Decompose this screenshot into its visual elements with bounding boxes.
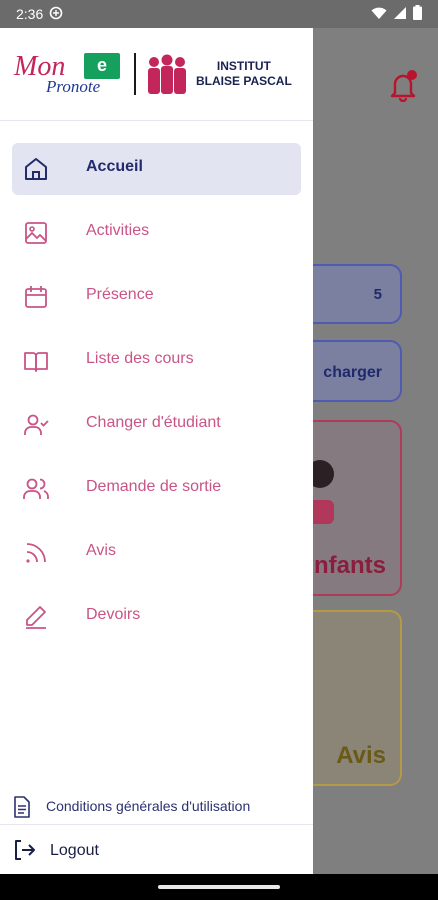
logo-divider (134, 53, 136, 95)
menu-item-accueil[interactable]: Accueil (0, 135, 313, 199)
app-logo: Mon e Pronote INSTITUT BLAISE PASCAL (12, 44, 292, 104)
summary-value: 5 (373, 286, 382, 303)
logo-pronote-text: Pronote (46, 77, 101, 96)
menu-item-label: Activities (86, 222, 150, 239)
menu-item-change-student[interactable]: Changer d'étudiant (0, 391, 313, 455)
drawer-menu: Accueil Activities Présence Liste des co… (0, 121, 313, 647)
active-indicator (12, 143, 301, 195)
menu-item-activities[interactable]: Activities (0, 199, 313, 263)
document-icon (14, 796, 30, 818)
menu-item-label: Demande de sortie (86, 478, 222, 495)
school-name-line2: BLAISE PASCAL (196, 74, 292, 88)
school-name-line1: INSTITUT (216, 59, 271, 73)
battery-icon (413, 5, 422, 23)
logout-label: Logout (50, 842, 99, 859)
menu-item-homework[interactable]: Devoirs (0, 583, 313, 647)
image-icon (25, 222, 47, 244)
footer-divider (0, 824, 313, 825)
menu-item-label: Liste des cours (86, 350, 194, 367)
home-icon (25, 158, 47, 180)
signal-icon (393, 6, 407, 23)
mon-pronote-logo: Mon e Pronote (12, 49, 124, 99)
menu-item-label: Avis (86, 542, 116, 559)
status-time: 2:36 (16, 6, 44, 22)
pen-icon (26, 606, 46, 629)
logout-button[interactable]: Logout (0, 828, 313, 874)
school-crowd-icon (148, 54, 186, 94)
school-name: INSTITUT BLAISE PASCAL (196, 59, 292, 89)
notification-bell-icon[interactable] (388, 70, 418, 103)
menu-item-label: Accueil (86, 158, 143, 175)
logout-icon (15, 840, 35, 860)
menu-item-label: Devoirs (86, 606, 141, 623)
menu-item-course-list[interactable]: Liste des cours (0, 327, 313, 391)
menu-item-label: Présence (86, 286, 154, 303)
terms-label: Conditions générales d'utilisation (46, 798, 251, 814)
status-bar: 2:36 (0, 0, 438, 28)
vpn-icon (49, 6, 63, 23)
logo-e-badge: e (84, 53, 120, 79)
system-navigation-bar (0, 874, 438, 900)
menu-item-exit-request[interactable]: Demande de sortie (0, 455, 313, 519)
download-label: charger (323, 364, 382, 381)
navigation-drawer: Mon e Pronote INSTITUT BLAISE PASCAL Acc… (0, 28, 313, 874)
menu-item-label: Changer d'étudiant (86, 414, 221, 431)
home-gesture-handle[interactable] (158, 885, 280, 889)
terms-link[interactable]: Conditions générales d'utilisation (0, 788, 313, 824)
users-icon (23, 478, 49, 499)
rss-icon (26, 543, 46, 563)
user-check-icon (24, 414, 49, 435)
drawer-header: Mon e Pronote INSTITUT BLAISE PASCAL (0, 28, 313, 121)
wifi-icon (371, 6, 387, 23)
children-label: nfants (314, 552, 386, 579)
avis-card-label: Avis (336, 742, 386, 769)
book-icon (24, 352, 48, 372)
menu-item-presence[interactable]: Présence (0, 263, 313, 327)
menu-item-avis[interactable]: Avis (0, 519, 313, 583)
calendar-icon (25, 286, 47, 308)
